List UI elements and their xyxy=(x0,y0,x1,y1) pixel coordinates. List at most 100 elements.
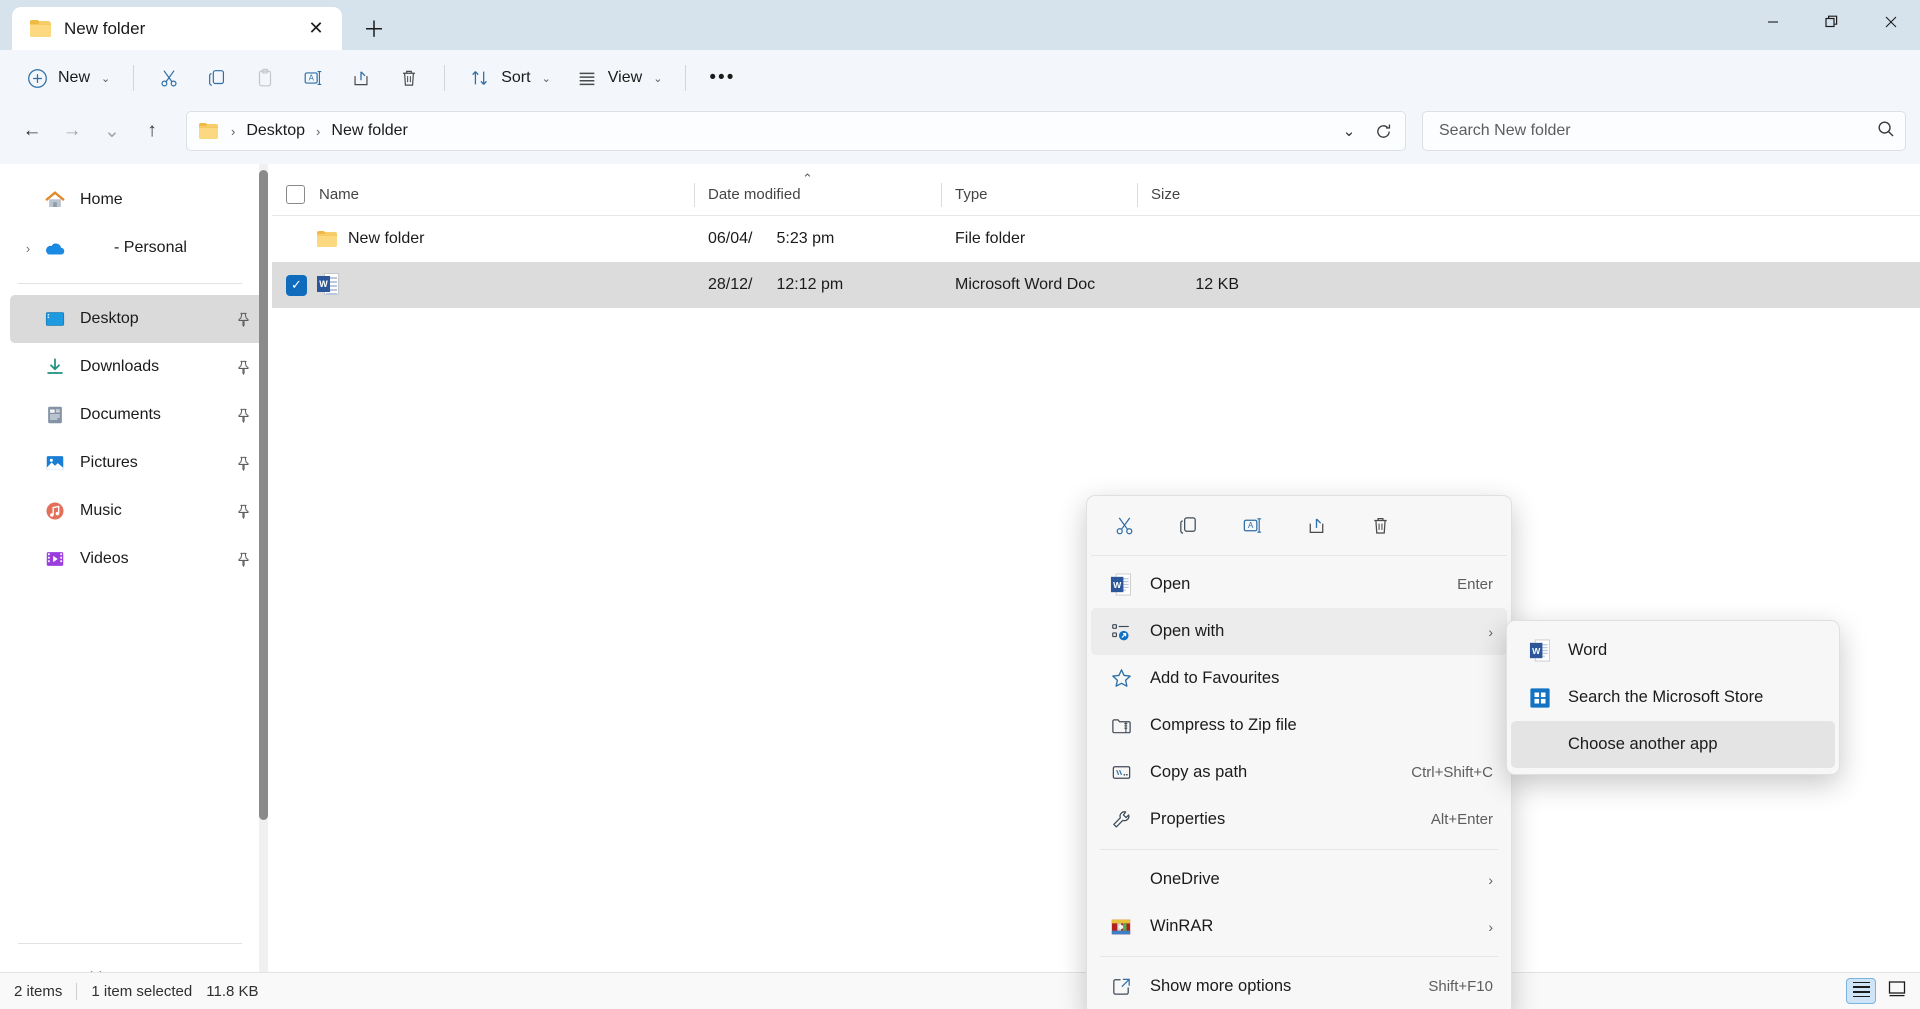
select-all-checkbox[interactable] xyxy=(286,185,305,204)
copy-icon[interactable] xyxy=(1169,507,1207,543)
chevron-right-icon[interactable]: › xyxy=(14,234,42,262)
expander-placeholder xyxy=(14,545,42,573)
column-header-type[interactable]: Type xyxy=(941,174,1137,216)
sidebar-item-documents[interactable]: Documents xyxy=(10,391,264,439)
refresh-icon[interactable] xyxy=(1367,115,1399,147)
tab-new-folder[interactable]: New folder ✕ xyxy=(12,7,342,50)
context-menu-item-label: OneDrive xyxy=(1150,870,1220,888)
rename-button[interactable]: A xyxy=(290,58,336,98)
table-row[interactable]: New folder 06/04/ 5:23 pm File folder xyxy=(272,216,1920,262)
sidebar-item-downloads[interactable]: Downloads xyxy=(10,343,264,391)
search-box[interactable] xyxy=(1422,111,1906,151)
context-menu-item-open-with[interactable]: Open with › xyxy=(1091,608,1507,655)
close-tab-icon[interactable]: ✕ xyxy=(300,13,332,45)
file-size-cell: 12 KB xyxy=(1195,276,1239,293)
file-date-label: 28/12/ xyxy=(708,276,753,293)
share-button[interactable] xyxy=(338,58,384,98)
sidebar-item-this-pc[interactable]: ⌄ This PC xyxy=(10,955,264,972)
details-view-button[interactable] xyxy=(1846,978,1876,1004)
folder-icon xyxy=(30,19,52,38)
share-icon[interactable] xyxy=(1297,507,1335,543)
minimize-icon[interactable] xyxy=(1743,0,1802,44)
sidebar-item-videos[interactable]: Videos xyxy=(10,535,264,583)
expander-placeholder xyxy=(14,353,42,381)
new-button[interactable]: New ⌄ xyxy=(14,58,121,98)
chevron-down-icon[interactable]: ⌄ xyxy=(1333,115,1365,147)
column-headers: ⌃ Name Date modified Type Size xyxy=(272,171,1920,216)
chevron-down-icon[interactable]: ⌄ xyxy=(14,965,42,972)
context-menu-icon-row: A xyxy=(1091,501,1507,556)
view-button-label: View xyxy=(607,69,643,86)
submenu-item-search-the-microsoft-store[interactable]: Search the Microsoft Store xyxy=(1511,674,1835,721)
column-header-name[interactable]: Name xyxy=(272,174,694,216)
see-more-button[interactable]: ••• xyxy=(698,58,746,98)
star-icon xyxy=(1108,667,1134,690)
back-button[interactable]: ← xyxy=(14,113,50,149)
delete-icon[interactable] xyxy=(1361,507,1399,543)
context-menu-item-add-to-favourites[interactable]: Add to Favourites xyxy=(1091,655,1507,702)
context-menu-item-winrar[interactable]: WinRAR › xyxy=(1091,903,1507,950)
sidebar-divider-2 xyxy=(18,943,242,944)
file-name-label: New folder xyxy=(348,230,425,247)
context-menu-item-open[interactable]: W Open Enter xyxy=(1091,561,1507,608)
up-button[interactable]: ↑ xyxy=(134,113,170,149)
sidebar-item-home[interactable]: Home xyxy=(10,176,264,224)
pin-icon[interactable] xyxy=(232,408,254,423)
music-icon xyxy=(42,498,68,524)
sidebar-item-label: Downloads xyxy=(80,358,160,375)
context-menu-item-show-more-options[interactable]: Show more options Shift+F10 xyxy=(1091,963,1507,1009)
row-checkbox[interactable]: ✓ xyxy=(286,274,307,296)
context-menu-item-onedrive[interactable]: OneDrive › xyxy=(1091,856,1507,903)
breadcrumb-item-desktop[interactable]: Desktop xyxy=(239,117,312,145)
winrar-icon xyxy=(1108,916,1134,938)
cut-icon[interactable] xyxy=(1105,507,1143,543)
sidebar-item-desktop[interactable]: Desktop xyxy=(10,295,264,343)
pin-icon[interactable] xyxy=(232,360,254,375)
pin-icon[interactable] xyxy=(232,504,254,519)
videos-icon xyxy=(42,546,68,572)
details-view-icon xyxy=(1852,981,1870,1001)
copy-button[interactable] xyxy=(194,58,240,98)
delete-button[interactable] xyxy=(386,58,432,98)
submenu-item-choose-another-app[interactable]: Choose another app xyxy=(1511,721,1835,768)
sort-button[interactable]: Sort ⌄ xyxy=(457,58,562,98)
context-menu-item-compress-to-zip[interactable]: Compress to Zip file xyxy=(1091,702,1507,749)
view-button[interactable]: View ⌄ xyxy=(564,58,674,98)
context-menu-item-label: Copy as path xyxy=(1150,763,1248,781)
sidebar-item-onedrive-personal[interactable]: › - Personal xyxy=(10,224,264,272)
new-tab-icon[interactable]: ＋ xyxy=(356,10,392,46)
sidebar-scrollbar-thumb[interactable] xyxy=(259,170,268,820)
recent-locations-button[interactable]: ⌄ xyxy=(94,113,130,149)
large-icons-view-button[interactable] xyxy=(1882,978,1912,1004)
pin-icon[interactable] xyxy=(232,456,254,471)
sidebar-item-music[interactable]: Music xyxy=(10,487,264,535)
row-checkbox[interactable] xyxy=(286,229,307,250)
context-menu-item-properties[interactable]: Properties Alt+Enter xyxy=(1091,796,1507,843)
svg-text:A: A xyxy=(1247,521,1253,530)
cut-button[interactable] xyxy=(146,58,192,98)
pin-icon[interactable] xyxy=(232,552,254,567)
paste-button[interactable] xyxy=(242,58,288,98)
forward-button[interactable]: → xyxy=(54,113,90,149)
sidebar-item-pictures[interactable]: Pictures xyxy=(10,439,264,487)
selection-size-label: 11.8 KB xyxy=(206,982,259,1000)
rename-icon[interactable]: A xyxy=(1233,507,1271,543)
search-icon[interactable] xyxy=(1877,120,1895,143)
svg-text:W: W xyxy=(1532,646,1541,656)
pin-icon[interactable] xyxy=(232,312,254,327)
breadcrumb-item-new-folder[interactable]: New folder xyxy=(324,117,414,145)
svg-text:A: A xyxy=(309,73,315,82)
table-row[interactable]: ✓ W 28/12/ 12:12 pm Microsoft Word Doc 1 xyxy=(272,262,1920,308)
restore-icon[interactable] xyxy=(1802,0,1861,44)
close-window-icon[interactable] xyxy=(1861,0,1920,44)
context-menu-item-label: Compress to Zip file xyxy=(1150,716,1297,734)
column-header-size[interactable]: Size xyxy=(1137,174,1261,216)
submenu-item-word[interactable]: W Word xyxy=(1511,627,1835,674)
search-input[interactable] xyxy=(1439,122,1877,140)
file-date-label: 06/04/ xyxy=(708,230,753,247)
sidebar-item-label: Desktop xyxy=(80,310,139,327)
context-menu-item-copy-as-path[interactable]: Copy as path Ctrl+Shift+C xyxy=(1091,749,1507,796)
breadcrumb[interactable]: › Desktop › New folder ⌄ xyxy=(186,111,1406,151)
file-name-cell: New folder xyxy=(272,216,694,262)
column-header-date-modified[interactable]: Date modified xyxy=(694,174,941,216)
